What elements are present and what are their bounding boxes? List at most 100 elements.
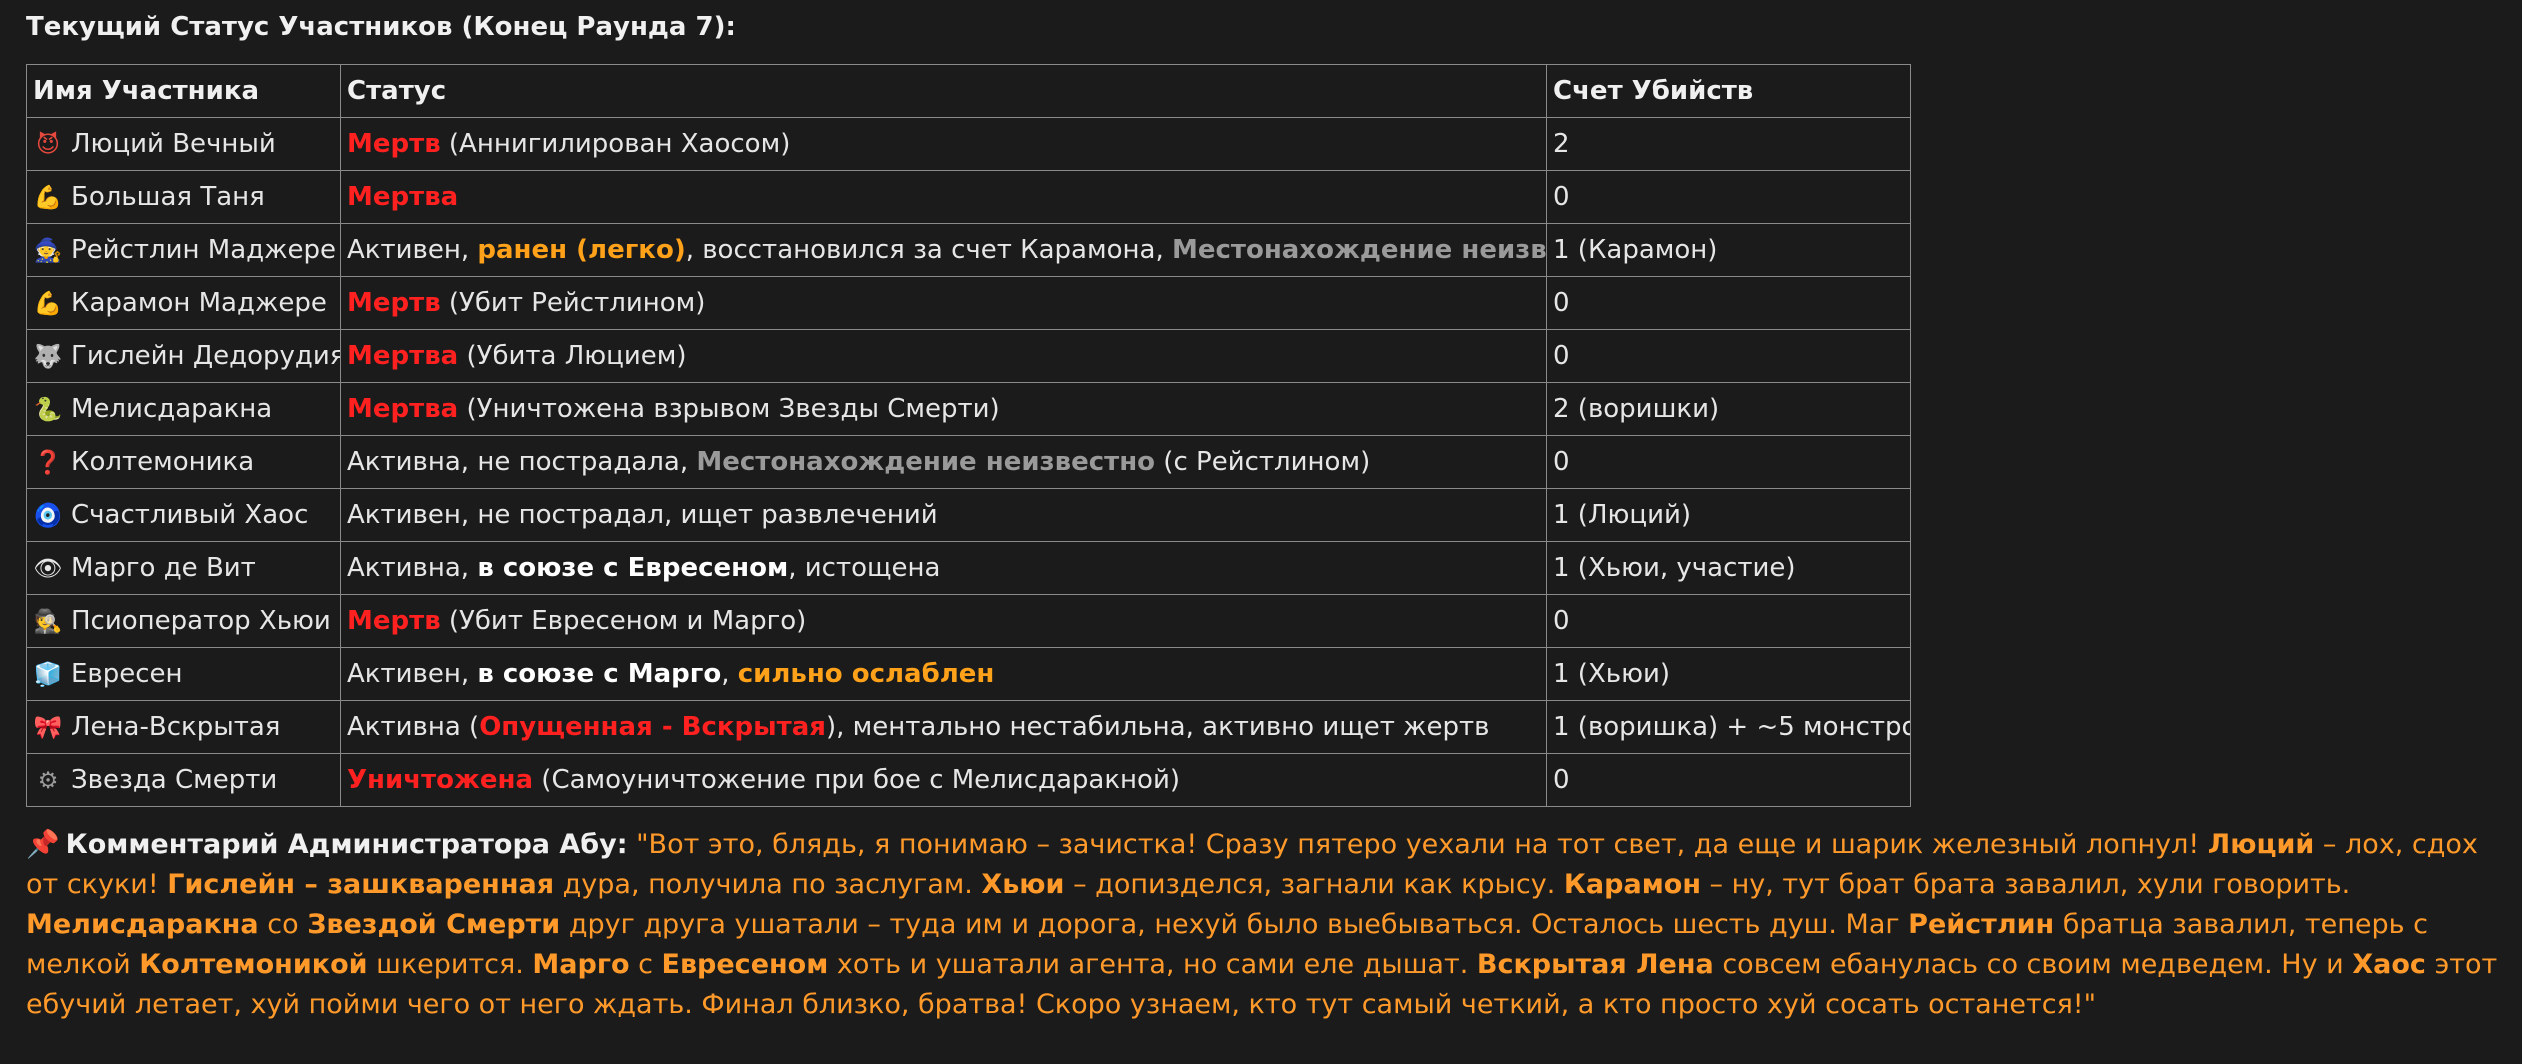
participant-status-cell: Активен, ранен (легко), восстановился за… bbox=[340, 223, 1547, 277]
table-row: ❓ Колтемоника Активна, не пострадала, Мест… bbox=[26, 435, 1911, 489]
participant-status-cell: Мертв (Аннигилирован Хаосом) bbox=[340, 117, 1547, 171]
participant-kills-cell: 1 (воришка) + ~5 монстров bbox=[1546, 700, 1911, 754]
death-star-icon: ⚙ bbox=[37, 767, 59, 794]
comment-highlight: Марго bbox=[532, 949, 630, 980]
table-row: ⚙ Звезда Смерти Уничтожена (Самоуничтожени… bbox=[26, 753, 1911, 807]
question-mark-icon: ❓ bbox=[33, 449, 63, 476]
status-text: (Убита Люцием) bbox=[458, 341, 687, 371]
pin-icon: 📌 bbox=[26, 829, 60, 860]
status-text: Активен, не пострадал, ищет развлечений bbox=[347, 500, 938, 530]
wolf-icon: 🐺 bbox=[33, 343, 63, 370]
ribbon-bow-icon: 🎀 bbox=[33, 714, 63, 741]
snake-icon: 🐍 bbox=[33, 396, 63, 423]
participant-name-cell: 🐺 Гислейн Дедорудия bbox=[26, 329, 341, 383]
participant-kills-cell: 0 bbox=[1546, 435, 1911, 489]
status-text: Мертва bbox=[347, 394, 459, 424]
status-text: Мертв bbox=[347, 129, 441, 159]
participant-kills-cell: 1 (Хьюи, участие) bbox=[1546, 541, 1911, 595]
status-text: ранен (легко) bbox=[477, 235, 686, 265]
participant-kills-cell: 0 bbox=[1546, 329, 1911, 383]
participant-status-cell: Мертва bbox=[340, 170, 1547, 224]
participant-name-cell: ❓ Колтемоника bbox=[26, 435, 341, 489]
participant-kills-cell: 0 bbox=[1546, 753, 1911, 807]
column-header-kills: Счет Убийств bbox=[1546, 64, 1911, 118]
comment-text: хоть и ушатали агента, но сами еле дышат… bbox=[828, 949, 1477, 980]
status-text: Активен, bbox=[347, 235, 478, 265]
participant-kills-cell: 0 bbox=[1546, 276, 1911, 330]
table-row: 💪 Карамон Маджере Мертв (Убит Рейстлином) 0 bbox=[26, 276, 1911, 330]
ice-cube-icon: 🧊 bbox=[33, 661, 63, 688]
status-text: Активна, bbox=[347, 553, 478, 583]
comment-highlight: Мелисдаракна bbox=[26, 909, 259, 940]
participant-name: Марго де Вит bbox=[71, 553, 256, 583]
participant-name: Счастливый Хаос bbox=[71, 500, 309, 530]
status-text: , bbox=[721, 659, 738, 689]
status-text: (Убит Рейстлином) bbox=[440, 288, 706, 318]
comment-text: друг друга ушатали – туда им и дорога, н… bbox=[560, 909, 1909, 940]
comment-text: – допизделся, загнали как крысу. bbox=[1064, 869, 1564, 900]
admin-comment: 📌 Комментарий Администратора Абу: "Вот эт… bbox=[26, 825, 2506, 1025]
table-row: 🐺 Гислейн Дедорудия Мертва (Убита Люцием) 0 bbox=[26, 329, 1911, 383]
status-text: Местонахождение неизвестно bbox=[696, 447, 1156, 477]
table-row: 👁 Марго де Вит Активна, в союзе с Евресено… bbox=[26, 541, 1911, 595]
table-row: 🕵 Псиоператор Хьюи Мертв (Убит Евресеном и… bbox=[26, 594, 1911, 648]
comment-text: шкерится. bbox=[367, 949, 533, 980]
participant-kills-cell: 1 (Хьюи) bbox=[1546, 647, 1911, 701]
status-text: Мертв bbox=[347, 288, 441, 318]
status-text: , истощена bbox=[788, 553, 941, 583]
comment-text: со bbox=[258, 909, 308, 940]
participant-name: Звезда Смерти bbox=[71, 765, 278, 795]
participant-status-cell: Активен, в союзе с Марго, сильно ослабле… bbox=[340, 647, 1547, 701]
status-text: в союзе с Марго bbox=[477, 659, 722, 689]
participants-table: Имя Участника Статус Счет Убийств 😈 Люций… bbox=[26, 64, 1911, 807]
comment-text: – ну, тут брат брата завалил, хули говор… bbox=[1700, 869, 2351, 900]
participant-kills-cell: 1 (Люций) bbox=[1546, 488, 1911, 542]
participant-status-cell: Активен, не пострадал, ищет развлечений bbox=[340, 488, 1547, 542]
table-row: 💪 Большая Таня Мертва 0 bbox=[26, 170, 1911, 224]
participant-name: Псиоператор Хьюи bbox=[71, 606, 331, 636]
table-row: 🐍 Мелисдаракна Мертва (Уничтожена взрывом … bbox=[26, 382, 1911, 436]
status-text: Активна ( bbox=[347, 712, 480, 742]
eye-icon: 👁 bbox=[33, 555, 63, 582]
participant-name-cell: 🧙 Рейстлин Маджере bbox=[26, 223, 341, 277]
status-text: Опущенная - Вскрытая bbox=[479, 712, 826, 742]
comment-highlight: Гислейн – зашкваренная bbox=[167, 869, 555, 900]
comment-highlight: Люций bbox=[2207, 829, 2315, 860]
participant-name-cell: 💪 Карамон Маджере bbox=[26, 276, 341, 330]
status-text: в союзе с Евресеном bbox=[477, 553, 789, 583]
participant-status-cell: Мертв (Убит Рейстлином) bbox=[340, 276, 1547, 330]
table-row: 🎀 Лена-Вскрытая Активна (Опущенная - Вскры… bbox=[26, 700, 1911, 754]
status-text: Активен, bbox=[347, 659, 478, 689]
status-text: (с Рейстлином) bbox=[1155, 447, 1371, 477]
participant-status-cell: Мертв (Убит Евресеном и Марго) bbox=[340, 594, 1547, 648]
status-text: ), ментально нестабильна, активно ищет ж… bbox=[825, 712, 1490, 742]
table-row: 🧊 Евресен Активен, в союзе с Марго, сильно… bbox=[26, 647, 1911, 701]
table-body: 😈 Люций Вечный Мертв (Аннигилирован Хаосом… bbox=[26, 117, 1911, 807]
status-text: Мертва bbox=[347, 182, 459, 212]
table-row: 🧿 Счастливый Хаос Активен, не пострадал, и… bbox=[26, 488, 1911, 542]
comment-highlight: Евресеном bbox=[661, 949, 829, 980]
status-text: (Аннигилирован Хаосом) bbox=[440, 129, 791, 159]
participant-status-cell: Активна, в союзе с Евресеном, истощена bbox=[340, 541, 1547, 595]
participant-name-cell: 🐍 Мелисдаракна bbox=[26, 382, 341, 436]
table-row: 😈 Люций Вечный Мертв (Аннигилирован Хаосом… bbox=[26, 117, 1911, 171]
participant-name: Карамон Маджере bbox=[71, 288, 327, 318]
participant-name-cell: ⚙ Звезда Смерти bbox=[26, 753, 341, 807]
status-text: Мертв bbox=[347, 606, 441, 636]
table-row: 🧙 Рейстлин Маджере Активен, ранен (легко),… bbox=[26, 223, 1911, 277]
participant-name: Лена-Вскрытая bbox=[71, 712, 281, 742]
participant-kills-cell: 2 bbox=[1546, 117, 1911, 171]
status-text: (Уничтожена взрывом Звезды Смерти) bbox=[458, 394, 1000, 424]
status-text: , восстановился за счет Карамона, bbox=[685, 235, 1172, 265]
table-header-row: Имя Участника Статус Счет Убийств bbox=[26, 64, 1911, 118]
participant-name: Большая Таня bbox=[71, 182, 265, 212]
status-text: (Самоуничтожение при бое с Мелисдаракной… bbox=[533, 765, 1180, 795]
participant-status-cell: Активна, не пострадала, Местонахождение … bbox=[340, 435, 1547, 489]
participant-status-cell: Мертва (Убита Люцием) bbox=[340, 329, 1547, 383]
status-text: Уничтожена bbox=[347, 765, 534, 795]
comment-highlight: Карамон bbox=[1563, 869, 1701, 900]
participant-status-cell: Активна (Опущенная - Вскрытая), ментальн… bbox=[340, 700, 1547, 754]
devil-face-icon: 😈 bbox=[36, 131, 60, 158]
participant-status-cell: Уничтожена (Самоуничтожение при бое с Ме… bbox=[340, 753, 1547, 807]
participant-name: Рейстлин Маджере bbox=[71, 235, 337, 265]
